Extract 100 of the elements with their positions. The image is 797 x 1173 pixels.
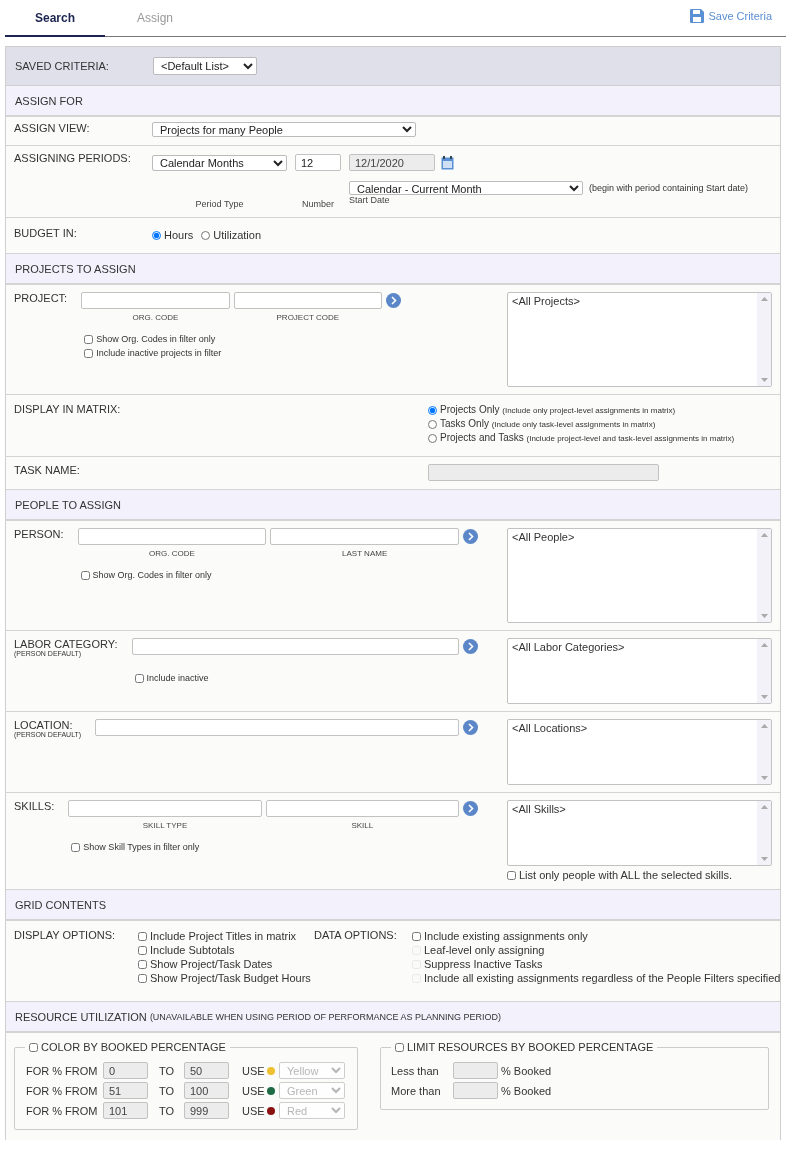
radio-label: Utilization (213, 229, 262, 242)
checkbox[interactable] (507, 870, 516, 880)
dropdown[interactable]: Calendar - Current Month (349, 181, 583, 195)
radio-button[interactable] (201, 231, 211, 240)
hint-text: (begin with period containing Start date) (589, 183, 749, 193)
field-label: % Booked (501, 1064, 553, 1077)
field-caption: SKILL (350, 821, 375, 830)
text-field[interactable] (131, 638, 459, 655)
text-field[interactable] (68, 800, 262, 817)
checkbox[interactable] (138, 945, 147, 955)
radio-label: Projects and Tasks (Include project-level and task-level assignments in matrix) (440, 431, 735, 445)
scroll-up-icon[interactable] (760, 643, 768, 647)
checkbox-label: Include Project Titles in matrix (150, 929, 297, 943)
section-header: PROJECTS TO ASSIGN (6, 254, 780, 285)
checkbox[interactable] (134, 673, 144, 683)
checkbox[interactable] (71, 842, 81, 852)
checkbox[interactable] (84, 334, 94, 344)
checkbox[interactable] (138, 973, 147, 983)
checkbox[interactable] (138, 959, 147, 969)
list-item[interactable]: <All Locations> (512, 722, 588, 734)
checkbox-label: Show Org. Codes in filter only (96, 333, 216, 346)
checkbox-label: Show Skill Types in filter only (83, 841, 200, 854)
scroll-up-icon[interactable] (760, 533, 768, 537)
scroll-down-icon[interactable] (760, 776, 768, 780)
checkbox[interactable] (80, 570, 90, 580)
save-criteria-link[interactable]: Save Criteria (690, 9, 772, 23)
scroll-down-icon[interactable] (760, 378, 768, 382)
scroll-up-icon[interactable] (760, 297, 768, 301)
field-caption: Start Date (349, 194, 391, 205)
list-box[interactable]: <All People> (507, 528, 772, 623)
radio-button[interactable] (428, 433, 437, 443)
text-field[interactable] (265, 800, 459, 817)
field-label: SAVED CRITERIA: (15, 60, 110, 72)
scroll-up-icon[interactable] (760, 724, 768, 728)
field-label: USE (241, 1104, 266, 1117)
date-field[interactable]: 12/1/2020 (349, 154, 435, 172)
section-title: RESOURCE UTILIZATION (15, 1010, 148, 1023)
checkbox[interactable] (138, 931, 147, 941)
scrollbar[interactable] (757, 801, 771, 865)
text-field[interactable] (81, 292, 230, 309)
scroll-down-icon[interactable] (760, 857, 768, 861)
field-caption: Number (301, 198, 335, 209)
text-field[interactable] (233, 292, 382, 309)
field-label: PROJECT: (14, 292, 68, 304)
checkbox-label: Show Project/Task Dates (150, 957, 273, 971)
calendar-icon[interactable] (441, 155, 454, 170)
checkbox-label: Include inactive (146, 672, 209, 685)
checkbox-label: LIMIT RESOURCES BY BOOKED PERCENTAGE (407, 1041, 654, 1053)
radio-button[interactable] (428, 419, 437, 429)
list-item[interactable]: <All Projects> (512, 295, 580, 307)
checkbox-label: Show Project/Task Budget Hours (150, 971, 311, 985)
checkbox[interactable] (84, 348, 94, 358)
field-label: TO (158, 1104, 176, 1117)
checkbox-label: List only people with ALL the selected skills. (519, 868, 732, 882)
field-label: SKILLS: (14, 800, 55, 812)
list-box[interactable]: <All Locations> (507, 719, 772, 785)
scrollbar[interactable] (757, 639, 771, 703)
scrollbar[interactable] (757, 720, 771, 784)
field-label: LABOR CATEGORY: (14, 638, 118, 650)
radio-button[interactable] (428, 405, 437, 415)
scrollbar[interactable] (757, 529, 771, 622)
field-label: ASSIGNING PERIODS: (14, 152, 132, 166)
checkbox[interactable] (395, 1042, 404, 1052)
field-caption: Period Type (194, 198, 245, 209)
scrollbar[interactable] (757, 293, 771, 386)
dropdown[interactable]: <Default List> (153, 57, 257, 75)
field-label: TO (158, 1064, 176, 1077)
scroll-down-icon[interactable] (760, 614, 768, 618)
tab[interactable]: Search (5, 0, 105, 37)
dropdown[interactable]: Projects for many People (152, 122, 416, 137)
checkbox-label: COLOR BY BOOKED PERCENTAGE (41, 1041, 226, 1053)
field-label: DATA OPTIONS: (314, 929, 398, 943)
list-item[interactable]: <All Labor Categories> (512, 641, 625, 653)
list-box[interactable]: <All Projects> (507, 292, 772, 387)
field-label: PERSON: (14, 528, 64, 540)
field-label: FOR % FROM (25, 1104, 99, 1117)
checkbox-label: Include inactive projects in filter (96, 347, 222, 360)
text-field[interactable] (270, 528, 459, 545)
list-item[interactable]: <All People> (512, 531, 575, 543)
checkbox[interactable] (29, 1042, 38, 1052)
dropdown[interactable]: Calendar Months (152, 154, 287, 171)
text-field[interactable] (95, 719, 459, 736)
checkbox[interactable] (412, 931, 421, 941)
list-box[interactable]: <All Skills> (507, 800, 772, 866)
list-item[interactable]: <All Skills> (512, 803, 566, 815)
field-caption: LAST NAME (341, 549, 389, 558)
scroll-up-icon[interactable] (760, 805, 768, 809)
field-label: DISPLAY IN MATRIX: (14, 403, 122, 417)
field-label: BUDGET IN: (14, 227, 78, 241)
text-field[interactable] (77, 528, 267, 545)
scroll-down-icon[interactable] (760, 695, 768, 699)
radio-button[interactable] (152, 231, 161, 240)
list-box[interactable]: <All Labor Categories> (507, 638, 772, 704)
field-label: ASSIGN VIEW: (14, 122, 91, 136)
checkbox-label: Show Org. Codes in filter only (92, 569, 212, 582)
section-header: GRID CONTENTS (6, 890, 780, 921)
number-field[interactable]: 12 (295, 154, 341, 172)
checkbox-label: Include existing assignments only (424, 929, 588, 943)
field-caption: PROJECT CODE (275, 313, 341, 322)
field-label: Less than (391, 1064, 440, 1077)
